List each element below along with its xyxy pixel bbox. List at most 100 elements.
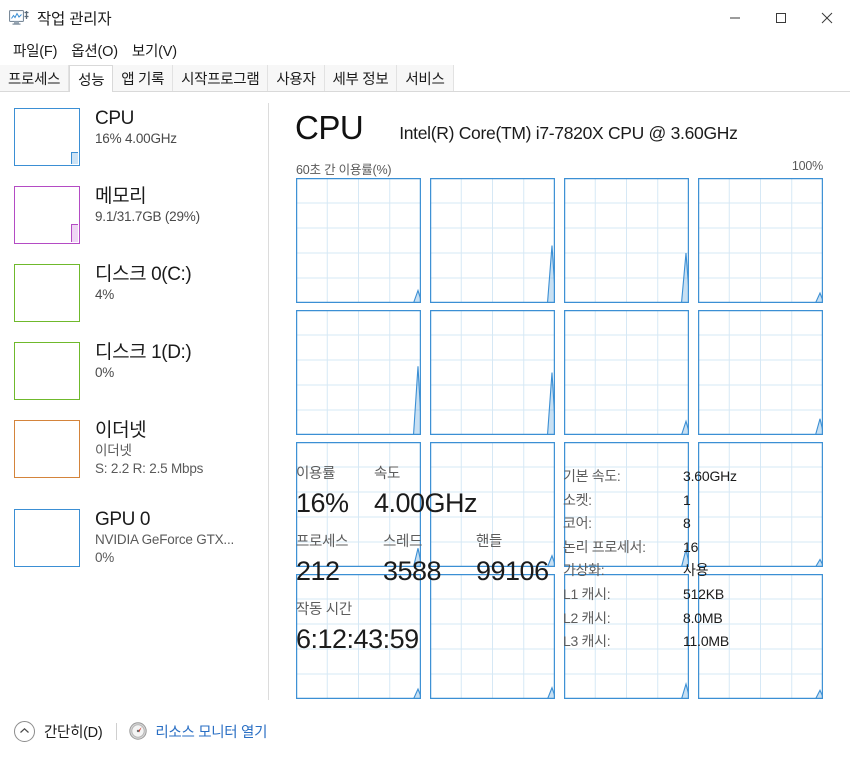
spec-key: 논리 프로세서: bbox=[563, 538, 646, 555]
sidebar-item-title: CPU bbox=[95, 108, 134, 129]
sidebar-item-memory[interactable]: 메모리 9.1/31.7GB (29%) bbox=[14, 185, 264, 257]
menu-options[interactable]: 옵션(O) bbox=[64, 38, 125, 63]
sidebar-item-gpu-0[interactable]: GPU 0 NVIDIA GeForce GTX... 0% bbox=[14, 508, 264, 580]
tab-app-history[interactable]: 앱 기록 bbox=[113, 65, 174, 91]
window-title: 작업 관리자 bbox=[37, 11, 112, 28]
tab-services[interactable]: 서비스 bbox=[397, 65, 454, 91]
cpu-thumbnail bbox=[14, 108, 80, 166]
spec-value: 8.0MB bbox=[683, 609, 723, 626]
stats-row-3: 작동 시간 6:12:43:59 bbox=[296, 599, 561, 657]
stat-value: 6:12:43:59 bbox=[296, 624, 419, 654]
spec-key: 코어: bbox=[563, 515, 592, 532]
stats-row-2: 프로세스 212 스레드 3588 핸들 99106 bbox=[296, 531, 561, 589]
gpu0-thumbnail bbox=[14, 509, 80, 567]
sidebar-item-detail: 0% bbox=[95, 365, 115, 380]
spec-value: 8 bbox=[683, 515, 691, 532]
spec-value: 11.0MB bbox=[683, 633, 730, 650]
stat-uptime: 작동 시간 6:12:43:59 bbox=[296, 599, 419, 657]
open-resource-monitor-link[interactable]: 리소스 모니터 열기 bbox=[129, 721, 267, 742]
sidebar-item-disk-0[interactable]: 디스크 0(C:) 4% bbox=[14, 263, 264, 335]
task-manager-window: 작업 관리자 파일(F) 옵션(O) 보기(V) 프로세스 성능 앱 기록 시작… bbox=[0, 0, 850, 762]
cpu-stats: 이용률 16% 속도 4.00GHz 프로세스 212 스레드 3588 핸들 … bbox=[296, 463, 561, 657]
spec-l1-cache: L1 캐시: 512KB bbox=[563, 583, 843, 607]
cpu-graph-cell[interactable] bbox=[698, 178, 823, 303]
stats-row-1: 이용률 16% 속도 4.00GHz bbox=[296, 463, 561, 521]
menu-bar: 파일(F) 옵션(O) 보기(V) bbox=[0, 36, 850, 65]
spec-key: L2 캐시: bbox=[563, 609, 611, 626]
stat-label: 핸들 bbox=[476, 534, 503, 550]
sidebar-item-detail: 16% 4.00GHz bbox=[95, 131, 177, 146]
sidebar-item-detail: NVIDIA GeForce GTX... bbox=[95, 532, 235, 547]
sidebar-item-usage: 0% bbox=[95, 550, 115, 565]
title-bar: 작업 관리자 bbox=[0, 0, 850, 36]
stat-label: 이용률 bbox=[296, 466, 336, 482]
stat-handles: 핸들 99106 bbox=[476, 531, 549, 589]
cpu-graph-cell[interactable] bbox=[564, 310, 689, 435]
resource-monitor-label: 리소스 모니터 열기 bbox=[155, 724, 268, 741]
spec-key: 기본 속도: bbox=[563, 468, 621, 484]
tab-startup[interactable]: 시작프로그램 bbox=[173, 65, 269, 91]
fewer-details-button[interactable]: 간단히(D) bbox=[14, 720, 103, 742]
ethernet-thumbnail bbox=[14, 420, 80, 478]
cpu-graph-cell[interactable] bbox=[296, 310, 421, 435]
stat-value: 212 bbox=[296, 556, 340, 586]
maximize-button[interactable] bbox=[758, 0, 804, 36]
stat-value: 99106 bbox=[476, 556, 549, 586]
sidebar-item-cpu[interactable]: CPU 16% 4.00GHz bbox=[14, 107, 264, 179]
resource-monitor-icon bbox=[129, 722, 148, 740]
cpu-graph-cell[interactable] bbox=[564, 178, 689, 303]
cpu-graph-cell[interactable] bbox=[698, 310, 823, 435]
tab-performance[interactable]: 성능 bbox=[69, 65, 114, 92]
logical-processors-grid[interactable] bbox=[296, 178, 823, 699]
sidebar-item-title: 메모리 bbox=[95, 186, 147, 207]
fewer-details-label: 간단히(D) bbox=[44, 724, 103, 741]
spec-base-speed: 기본 속도: 3.60GHz bbox=[563, 465, 843, 489]
sidebar-item-title: 디스크 1(D:) bbox=[95, 342, 192, 363]
memory-thumbnail bbox=[14, 186, 80, 244]
sidebar-item-ethernet[interactable]: 이더넷 이더넷 S: 2.2 R: 2.5 Mbps bbox=[14, 419, 264, 491]
close-button[interactable] bbox=[804, 0, 850, 36]
spec-value: 512KB bbox=[683, 585, 725, 602]
menu-file[interactable]: 파일(F) bbox=[6, 38, 64, 63]
spec-value: 3.60GHz bbox=[683, 468, 737, 484]
graph-caption: 60초 간 이용률(%) 100% bbox=[296, 159, 823, 178]
cpu-specs: 기본 속도: 3.60GHz 소켓: 1 코어: 8 논리 프로세서: 16 가… bbox=[563, 465, 843, 654]
sidebar-item-title: GPU 0 bbox=[95, 509, 151, 530]
stat-value: 16% bbox=[296, 488, 349, 518]
stat-label: 속도 bbox=[374, 466, 401, 482]
task-manager-icon bbox=[9, 9, 29, 27]
chevron-up-circle-icon bbox=[14, 720, 35, 742]
graph-caption-left: 60초 간 이용률(%) bbox=[296, 163, 392, 177]
spec-value: 16 bbox=[683, 538, 699, 555]
disk0-thumbnail bbox=[14, 264, 80, 322]
sidebar-item-disk-1[interactable]: 디스크 1(D:) 0% bbox=[14, 341, 264, 413]
stat-utilization: 이용률 16% bbox=[296, 463, 374, 521]
spec-l3-cache: L3 캐시: 11.0MB bbox=[563, 630, 843, 654]
stat-value: 3588 bbox=[383, 556, 442, 586]
panel-header: CPU Intel(R) Core(TM) i7-7820X CPU @ 3.6… bbox=[295, 109, 738, 147]
tab-details[interactable]: 세부 정보 bbox=[324, 65, 398, 91]
spec-virtualization: 가상화: 사용 bbox=[563, 559, 843, 583]
status-separator bbox=[116, 722, 118, 740]
performance-pane: CPU 16% 4.00GHz 메모리 9.1/31.7GB (29%) 디스크… bbox=[0, 93, 850, 700]
spec-cores: 코어: 8 bbox=[563, 512, 843, 536]
cpu-graph-cell[interactable] bbox=[430, 178, 555, 303]
graph-caption-right: 100% bbox=[791, 159, 823, 173]
cpu-graph-cell[interactable] bbox=[296, 178, 421, 303]
menu-view[interactable]: 보기(V) bbox=[125, 38, 184, 63]
stat-label: 프로세스 bbox=[296, 534, 349, 550]
tab-users[interactable]: 사용자 bbox=[268, 65, 325, 91]
sidebar-item-title: 이더넷 bbox=[95, 420, 147, 441]
stat-processes: 프로세스 212 bbox=[296, 531, 383, 589]
sidebar-item-detail: 이더넷 bbox=[95, 443, 132, 458]
cpu-detail-panel: CPU Intel(R) Core(TM) i7-7820X CPU @ 3.6… bbox=[268, 93, 850, 700]
sidebar-item-title: 디스크 0(C:) bbox=[95, 264, 192, 285]
spec-key: L3 캐시: bbox=[563, 633, 611, 650]
minimize-button[interactable] bbox=[712, 0, 758, 36]
sidebar-item-detail: 9.1/31.7GB (29%) bbox=[95, 209, 200, 224]
spec-l2-cache: L2 캐시: 8.0MB bbox=[563, 607, 843, 631]
sidebar-item-throughput: S: 2.2 R: 2.5 Mbps bbox=[95, 461, 204, 476]
cpu-graph-cell[interactable] bbox=[430, 310, 555, 435]
spec-sockets: 소켓: 1 bbox=[563, 489, 843, 513]
tab-processes[interactable]: 프로세스 bbox=[0, 65, 70, 91]
